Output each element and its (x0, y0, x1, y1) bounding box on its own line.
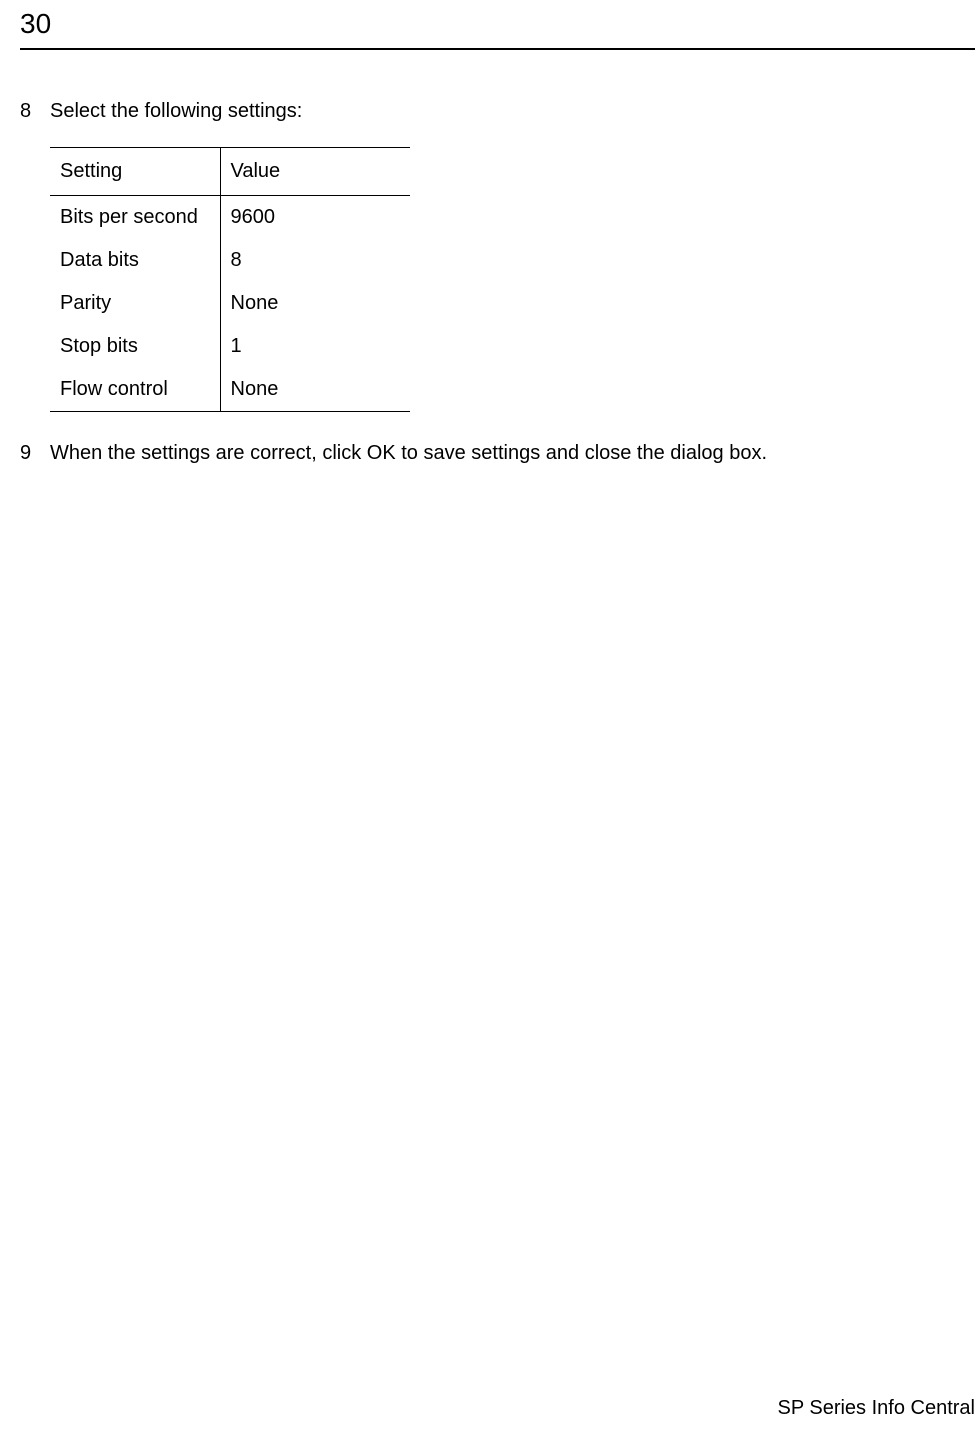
table-cell-setting: Data bits (50, 239, 220, 282)
table-cell-setting: Flow control (50, 368, 220, 412)
step-8: 8 Select the following settings: (20, 98, 955, 125)
content-area: 8 Select the following settings: Setting… (20, 98, 955, 489)
step-text: Select the following settings: (50, 98, 955, 125)
table-cell-value: 8 (220, 239, 410, 282)
table-row: Parity None (50, 282, 410, 325)
page: 30 8 Select the following settings: Sett… (0, 0, 975, 1438)
table-row: Stop bits 1 (50, 325, 410, 368)
table-cell-setting: Parity (50, 282, 220, 325)
table-cell-value: None (220, 368, 410, 412)
table-cell-value: 1 (220, 325, 410, 368)
page-number: 30 (20, 8, 51, 40)
table-cell-value: 9600 (220, 196, 410, 240)
step-number: 8 (20, 98, 50, 125)
table-cell-setting: Bits per second (50, 196, 220, 240)
settings-table: Setting Value Bits per second 9600 Data … (50, 147, 410, 412)
step-text: When the settings are correct, click OK … (50, 440, 955, 467)
header-rule (20, 48, 975, 50)
step-number: 9 (20, 440, 50, 467)
settings-table-wrap: Setting Value Bits per second 9600 Data … (50, 147, 955, 412)
table-cell-value: None (220, 282, 410, 325)
table-row: Flow control None (50, 368, 410, 412)
footer-text: SP Series Info Central (777, 1397, 975, 1420)
table-row: Bits per second 9600 (50, 196, 410, 240)
table-header-setting: Setting (50, 148, 220, 196)
table-header-row: Setting Value (50, 148, 410, 196)
table-cell-setting: Stop bits (50, 325, 220, 368)
table-row: Data bits 8 (50, 239, 410, 282)
table-header-value: Value (220, 148, 410, 196)
step-9: 9 When the settings are correct, click O… (20, 440, 955, 467)
